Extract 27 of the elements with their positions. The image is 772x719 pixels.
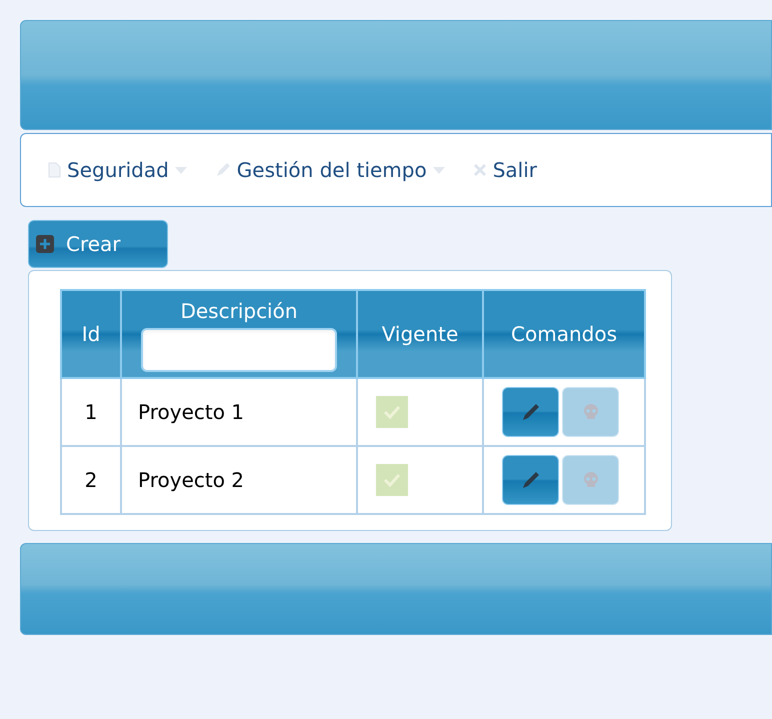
caret-icon — [432, 166, 445, 174]
table-cell: Proyecto 2 — [138, 468, 244, 492]
checkbox[interactable] — [376, 396, 408, 428]
column-header: Descripción — [180, 298, 298, 325]
menu-item[interactable]: Salir — [472, 155, 538, 185]
pencil-icon — [520, 402, 540, 422]
table-cell: Proyecto 1 — [138, 400, 244, 424]
pencil-icon — [520, 470, 540, 490]
filter-field[interactable] — [141, 328, 337, 372]
column-header: Comandos — [511, 322, 617, 346]
check-icon — [383, 473, 401, 488]
menu-item[interactable]: Seguridad — [47, 155, 187, 185]
checkbox[interactable] — [376, 464, 408, 496]
edit-button[interactable] — [502, 455, 559, 505]
plus-icon — [36, 235, 54, 253]
column-header: Id — [82, 322, 100, 346]
check-icon — [383, 405, 401, 420]
pencil-icon — [214, 162, 231, 178]
page-icon — [47, 162, 61, 178]
menu-item[interactable]: Gestión del tiempo — [214, 155, 445, 185]
create-button[interactable]: Crear — [28, 220, 168, 268]
table-cell: 1 — [84, 400, 98, 424]
caret-icon — [174, 166, 187, 174]
edit-button[interactable] — [502, 387, 559, 437]
table-cell: 2 — [84, 468, 98, 492]
column-header: Vigente — [382, 322, 458, 346]
close-icon — [472, 163, 487, 177]
